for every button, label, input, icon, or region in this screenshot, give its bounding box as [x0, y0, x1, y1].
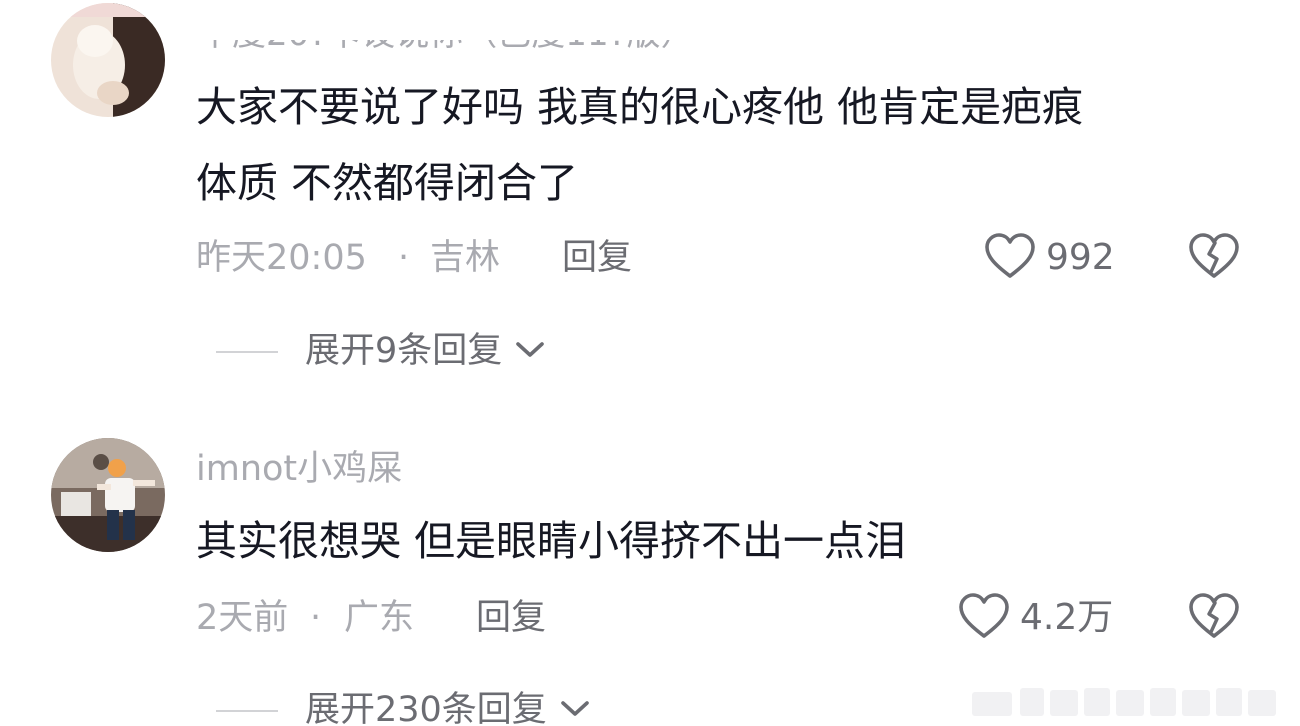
username[interactable]: 午度20?卡设说你（已度11?版） [198, 40, 695, 56]
meta-separator: · [398, 238, 410, 278]
divider-line [216, 710, 278, 712]
heart-outline-icon [985, 233, 1035, 278]
meta-separator: · [310, 598, 322, 638]
comment-text: 其实很想哭 但是眼睛小得挤不出一点泪 [196, 517, 907, 565]
expand-replies-button[interactable]: 展开230条回复 [305, 688, 590, 726]
comment-text: 大家不要说了好吗 我真的很心疼他 他肯定是疤痕 [196, 83, 1084, 131]
watermark-graphic [972, 688, 1276, 716]
like-button[interactable] [958, 592, 1010, 642]
username[interactable]: imnot小鸡屎 [196, 447, 402, 491]
broken-heart-icon [1189, 593, 1239, 638]
watermark [972, 684, 1292, 720]
dislike-button[interactable] [1188, 232, 1240, 282]
avatar-image [51, 438, 165, 552]
chevron-down-icon [516, 342, 545, 357]
avatar-image [51, 3, 165, 117]
comment-location: 广东 [344, 598, 415, 638]
like-button[interactable] [984, 232, 1036, 282]
broken-heart-icon [1189, 233, 1239, 278]
expand-replies-button[interactable]: 展开9条回复 [305, 329, 545, 373]
reply-button[interactable]: 回复 [562, 236, 632, 280]
chevron-down-icon [561, 701, 589, 716]
comment-time: 昨天20:05 [196, 238, 367, 278]
like-count: 992 [1046, 237, 1115, 278]
reply-button[interactable]: 回复 [476, 596, 546, 640]
divider-line [216, 351, 278, 353]
avatar[interactable] [51, 3, 165, 117]
comment-text: 体质 不然都得闭合了 [196, 159, 579, 207]
comment-location: 吉林 [430, 238, 501, 278]
comment-time: 2天前 [196, 598, 289, 638]
like-count: 4.2万 [1020, 597, 1114, 638]
expand-replies-label: 展开9条回复 [305, 331, 503, 371]
heart-outline-icon [959, 593, 1009, 638]
dislike-button[interactable] [1188, 592, 1240, 642]
expand-replies-label: 展开230条回复 [305, 690, 547, 726]
avatar[interactable] [51, 438, 165, 552]
